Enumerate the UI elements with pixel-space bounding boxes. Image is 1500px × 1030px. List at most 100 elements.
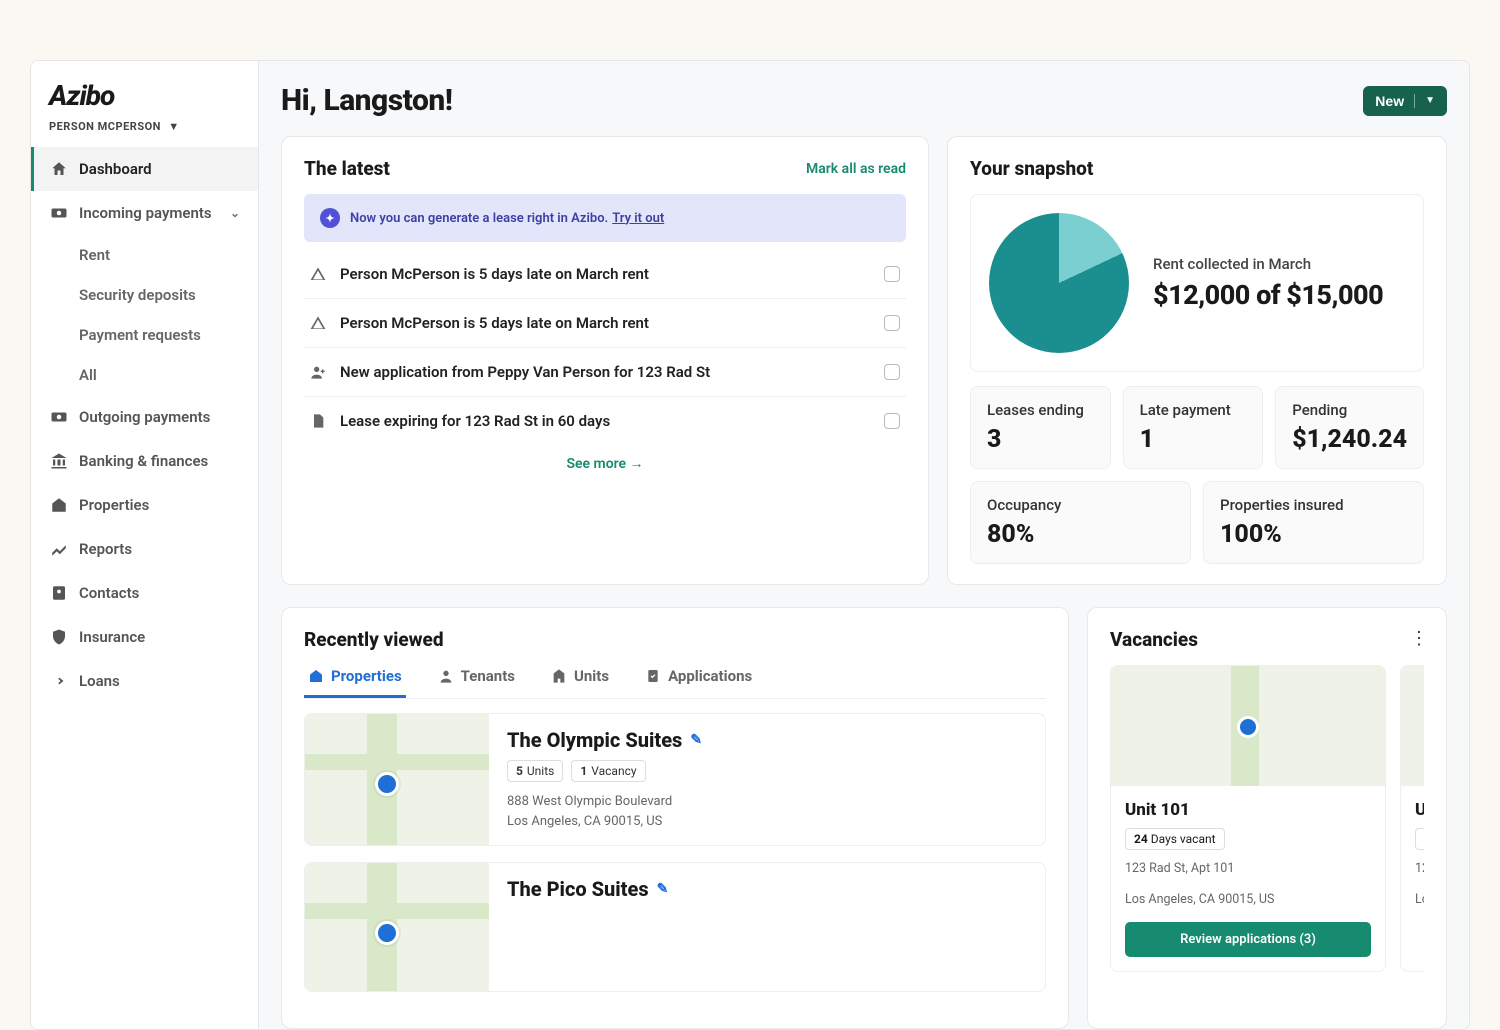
caret-down-icon: ▼ bbox=[168, 120, 179, 133]
tab-label: Properties bbox=[331, 667, 402, 685]
home-icon bbox=[49, 159, 69, 179]
days-vacant-chip: 24 Days vacant bbox=[1125, 828, 1225, 850]
insured-card[interactable]: Properties insured 100% bbox=[1203, 481, 1424, 564]
logo: Azibo bbox=[31, 61, 258, 120]
notification-row[interactable]: Lease expiring for 123 Rad St in 60 days bbox=[304, 397, 906, 445]
tab-label: Applications bbox=[668, 667, 752, 685]
nav-label: Contacts bbox=[79, 584, 139, 602]
see-more-label: See more bbox=[566, 456, 626, 472]
lease-banner[interactable]: ✦ Now you can generate a lease right in … bbox=[304, 194, 906, 242]
snapshot-panel: Your snapshot Rent collected in March $1… bbox=[947, 136, 1447, 585]
latest-panel: The latest Mark all as read ✦ Now you ca… bbox=[281, 136, 929, 585]
notification-text: Person McPerson is 5 days late on March … bbox=[340, 314, 649, 332]
nav-incoming-payments[interactable]: Incoming payments ⌄ bbox=[31, 191, 258, 235]
snapshot-title: Your snapshot bbox=[970, 157, 1093, 180]
tab-applications[interactable]: Applications bbox=[641, 657, 756, 698]
nav-contacts[interactable]: Contacts bbox=[31, 571, 258, 615]
notification-text: Lease expiring for 123 Rad St in 60 days bbox=[340, 412, 610, 430]
card-label: Properties insured bbox=[1220, 496, 1407, 514]
card-label: Pending bbox=[1292, 401, 1407, 419]
recent-title: Recently viewed bbox=[304, 628, 1046, 651]
card-value: $1,240.24 bbox=[1292, 425, 1407, 454]
tab-tenants[interactable]: Tenants bbox=[434, 657, 519, 698]
edit-icon[interactable]: ✎ bbox=[657, 881, 669, 897]
nav-payment-requests[interactable]: Payment requests bbox=[31, 315, 258, 355]
map-thumbnail bbox=[1401, 666, 1424, 786]
kebab-menu-icon[interactable]: ⋮ bbox=[1410, 628, 1428, 649]
property-card[interactable]: The Olympic Suites ✎ 5Units 1Vacancy 888… bbox=[304, 713, 1046, 846]
tab-label: Tenants bbox=[461, 667, 515, 685]
new-button[interactable]: New ▼ bbox=[1363, 86, 1447, 116]
address-line-2: Los Angeles, CA 90015, US bbox=[1125, 891, 1371, 910]
tab-label: Units bbox=[574, 667, 609, 685]
vacancy-card[interactable]: Unit 10 4 Days 123 Rad St Los Ange bbox=[1400, 665, 1424, 972]
banner-cta[interactable]: Try it out bbox=[612, 211, 664, 226]
leases-ending-card[interactable]: Leases ending 3 bbox=[970, 386, 1111, 469]
nav-loans[interactable]: Loans bbox=[31, 659, 258, 703]
greeting: Hi, Langston! bbox=[281, 83, 452, 118]
notification-checkbox[interactable] bbox=[884, 364, 900, 380]
card-value: 80% bbox=[987, 520, 1174, 549]
nav-rent[interactable]: Rent bbox=[31, 235, 258, 275]
rent-collected-card: Rent collected in March $12,000 of $15,0… bbox=[970, 194, 1424, 372]
nav-banking[interactable]: Banking & finances bbox=[31, 439, 258, 483]
notification-checkbox[interactable] bbox=[884, 266, 900, 282]
address-line-1: 123 Rad St bbox=[1415, 860, 1424, 879]
recent-tabs: Properties Tenants Units Applications bbox=[304, 657, 1046, 699]
card-label: Leases ending bbox=[987, 401, 1094, 419]
tab-properties[interactable]: Properties bbox=[304, 657, 406, 698]
review-applications-button[interactable]: Review applications (3) bbox=[1125, 922, 1371, 957]
notification-row[interactable]: Person McPerson is 5 days late on March … bbox=[304, 299, 906, 348]
arrow-right-icon: → bbox=[630, 456, 644, 472]
nav-properties[interactable]: Properties bbox=[31, 483, 258, 527]
notification-checkbox[interactable] bbox=[884, 315, 900, 331]
pending-card[interactable]: Pending $1,240.24 bbox=[1275, 386, 1424, 469]
tab-units[interactable]: Units bbox=[547, 657, 613, 698]
notification-row[interactable]: New application from Peppy Van Person fo… bbox=[304, 348, 906, 397]
building-icon bbox=[551, 668, 567, 684]
person-icon bbox=[438, 668, 454, 684]
house-icon bbox=[49, 495, 69, 515]
cash-icon bbox=[49, 203, 69, 223]
snapshot-grid: Leases ending 3 Late payment 1 Pending $… bbox=[970, 386, 1424, 469]
notification-checkbox[interactable] bbox=[884, 413, 900, 429]
shield-icon bbox=[49, 627, 69, 647]
row-bottom: Recently viewed Properties Tenants Units bbox=[281, 607, 1447, 1029]
clipboard-icon bbox=[645, 668, 661, 684]
snapshot-grid-2: Occupancy 80% Properties insured 100% bbox=[970, 481, 1424, 564]
nav-label: Dashboard bbox=[79, 160, 152, 178]
nav-insurance[interactable]: Insurance bbox=[31, 615, 258, 659]
vacancies-title: Vacancies bbox=[1110, 628, 1424, 651]
banner-text: Now you can generate a lease right in Az… bbox=[350, 211, 608, 226]
vacancy-chip: 1Vacancy bbox=[571, 760, 645, 782]
contact-icon bbox=[49, 583, 69, 603]
map-thumbnail bbox=[305, 714, 489, 845]
card-value: 3 bbox=[987, 425, 1094, 454]
nav-security-deposits[interactable]: Security deposits bbox=[31, 275, 258, 315]
nav: Dashboard Incoming payments ⌄ Rent Secur… bbox=[31, 147, 258, 703]
nav-label: Reports bbox=[79, 540, 132, 558]
nav-label: Insurance bbox=[79, 628, 145, 646]
nav-outgoing-payments[interactable]: Outgoing payments bbox=[31, 395, 258, 439]
notification-row[interactable]: Person McPerson is 5 days late on March … bbox=[304, 250, 906, 299]
sidebar: Azibo PERSON MCPERSON ▼ Dashboard Incomi… bbox=[31, 61, 259, 1029]
vacancy-card[interactable]: Unit 101 24 Days vacant 123 Rad St, Apt … bbox=[1110, 665, 1386, 972]
mark-all-read[interactable]: Mark all as read bbox=[806, 161, 906, 177]
notification-text: Person McPerson is 5 days late on March … bbox=[340, 265, 649, 283]
rent-pie-chart bbox=[989, 213, 1129, 353]
caret-down-icon: ▼ bbox=[1425, 95, 1435, 106]
see-more[interactable]: See more → bbox=[304, 445, 906, 476]
user-dropdown[interactable]: PERSON MCPERSON ▼ bbox=[31, 120, 258, 147]
edit-icon[interactable]: ✎ bbox=[690, 732, 702, 748]
house-icon bbox=[308, 668, 324, 684]
property-card[interactable]: The Pico Suites ✎ bbox=[304, 862, 1046, 992]
address-line-2: Los Ange bbox=[1415, 891, 1424, 910]
late-payment-card[interactable]: Late payment 1 bbox=[1123, 386, 1264, 469]
row-top: The latest Mark all as read ✦ Now you ca… bbox=[281, 136, 1447, 585]
nav-all[interactable]: All bbox=[31, 355, 258, 395]
nav-reports[interactable]: Reports bbox=[31, 527, 258, 571]
nav-dashboard[interactable]: Dashboard bbox=[31, 147, 258, 191]
vacancies-scroller[interactable]: Unit 101 24 Days vacant 123 Rad St, Apt … bbox=[1110, 665, 1424, 972]
latest-title: The latest bbox=[304, 157, 390, 180]
occupancy-card[interactable]: Occupancy 80% bbox=[970, 481, 1191, 564]
